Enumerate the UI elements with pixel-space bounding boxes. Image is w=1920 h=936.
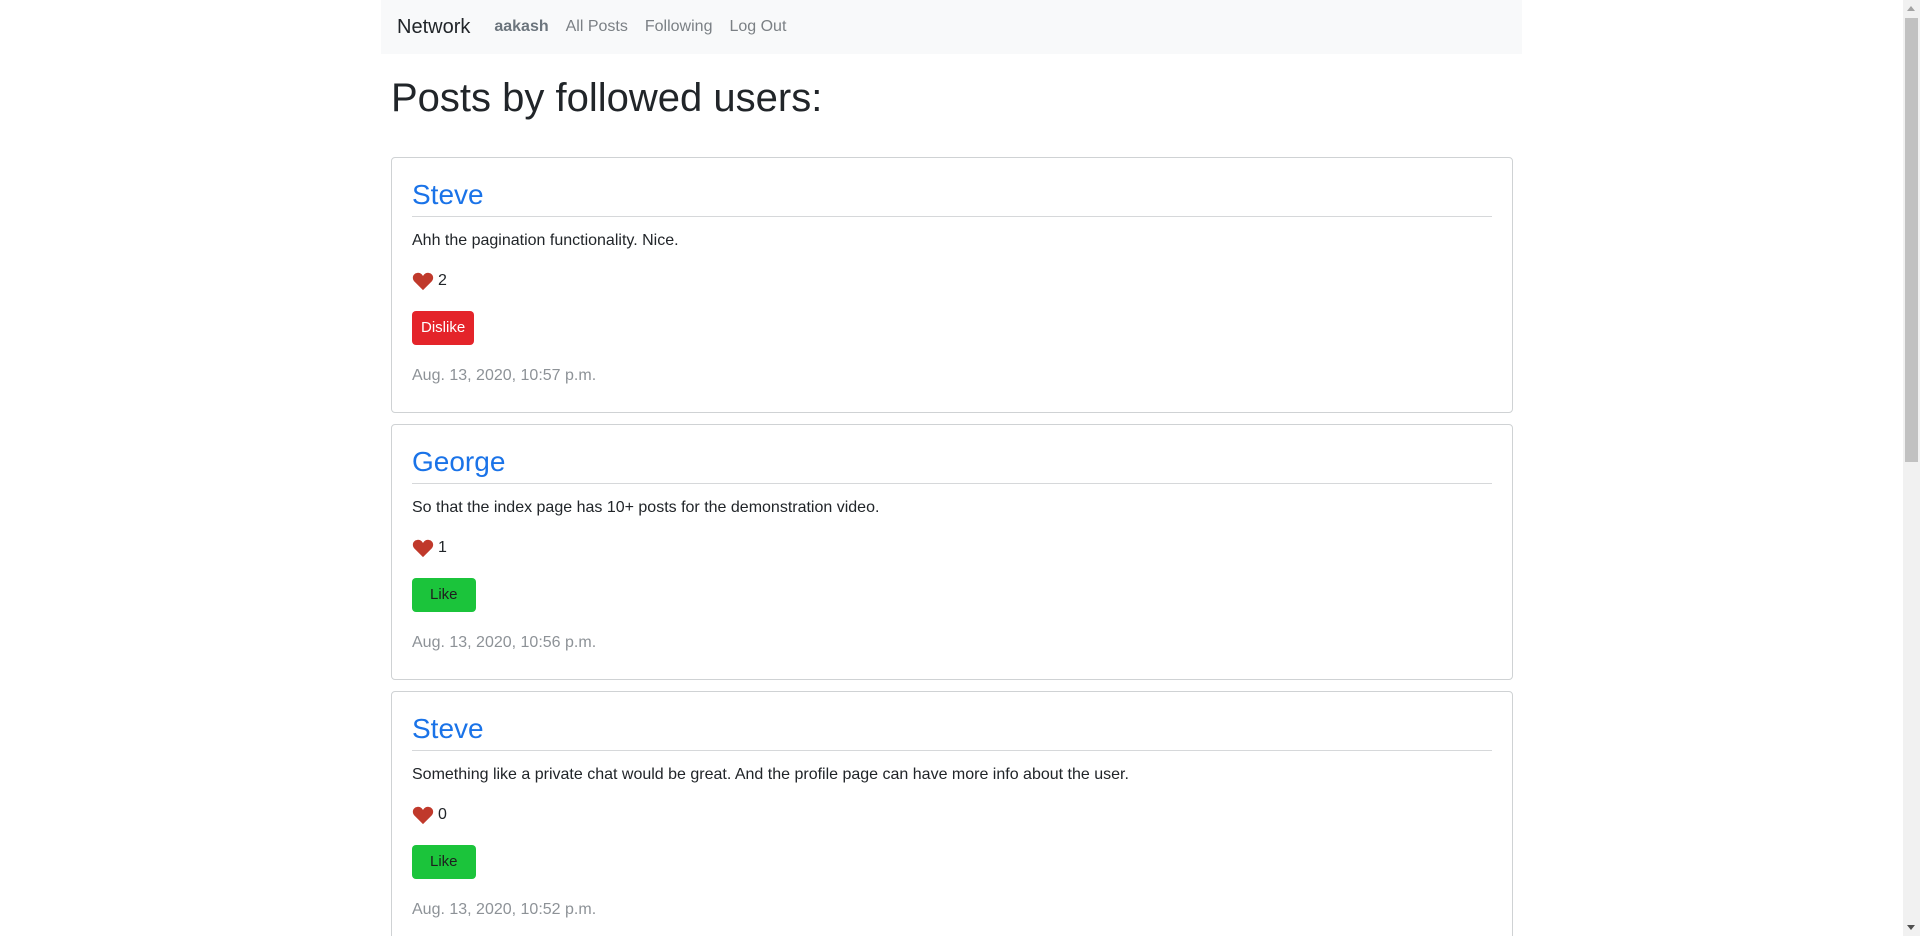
nav-logout-link[interactable]: Log Out	[729, 18, 786, 36]
like-count: 0	[438, 806, 447, 823]
post-list: Steve Ahh the pagination functionality. …	[391, 157, 1513, 936]
like-button[interactable]: Like	[412, 845, 476, 879]
like-count: 1	[438, 539, 447, 556]
scroll-thumb[interactable]	[1905, 18, 1918, 462]
page-title: Posts by followed users:	[391, 76, 823, 120]
post-content: Something like a private chat would be g…	[412, 766, 1129, 783]
post-timestamp: Aug. 13, 2020, 10:52 p.m.	[412, 901, 597, 918]
like-count: 2	[438, 272, 447, 289]
heart-icon	[412, 272, 434, 291]
likes-row: 1	[412, 538, 1492, 558]
heart-icon	[412, 539, 434, 558]
page: Network aakash All Posts Following Log O…	[0, 0, 1920, 936]
main-container: Network aakash All Posts Following Log O…	[381, 0, 1522, 936]
brand-link[interactable]: Network	[397, 16, 470, 39]
likes-row: 0	[412, 805, 1492, 825]
post-content: So that the index page has 10+ posts for…	[412, 499, 880, 516]
heart-icon	[412, 806, 434, 825]
nav-user-link[interactable]: aakash	[494, 18, 548, 36]
like-button[interactable]: Like	[412, 578, 476, 612]
post-card: Steve Something like a private chat woul…	[391, 691, 1513, 936]
post-author-link[interactable]: George	[412, 445, 1492, 484]
scroll-up-arrow-icon[interactable]	[1907, 6, 1915, 11]
nav-following-link[interactable]: Following	[645, 18, 713, 36]
dislike-button[interactable]: Dislike	[412, 311, 475, 345]
post-card: Steve Ahh the pagination functionality. …	[391, 157, 1513, 413]
navbar: Network aakash All Posts Following Log O…	[381, 0, 1522, 54]
nav-all-posts-link[interactable]: All Posts	[566, 18, 628, 36]
post-timestamp: Aug. 13, 2020, 10:56 p.m.	[412, 634, 597, 651]
post-timestamp: Aug. 13, 2020, 10:57 p.m.	[412, 367, 597, 384]
post-card: George So that the index page has 10+ po…	[391, 424, 1513, 680]
post-content: Ahh the pagination functionality. Nice.	[412, 232, 679, 249]
scroll-down-arrow-icon[interactable]	[1907, 925, 1915, 930]
post-author-link[interactable]: Steve	[412, 178, 1492, 217]
vertical-scrollbar[interactable]	[1903, 0, 1920, 936]
post-author-link[interactable]: Steve	[412, 712, 1492, 751]
likes-row: 2	[412, 271, 1492, 291]
